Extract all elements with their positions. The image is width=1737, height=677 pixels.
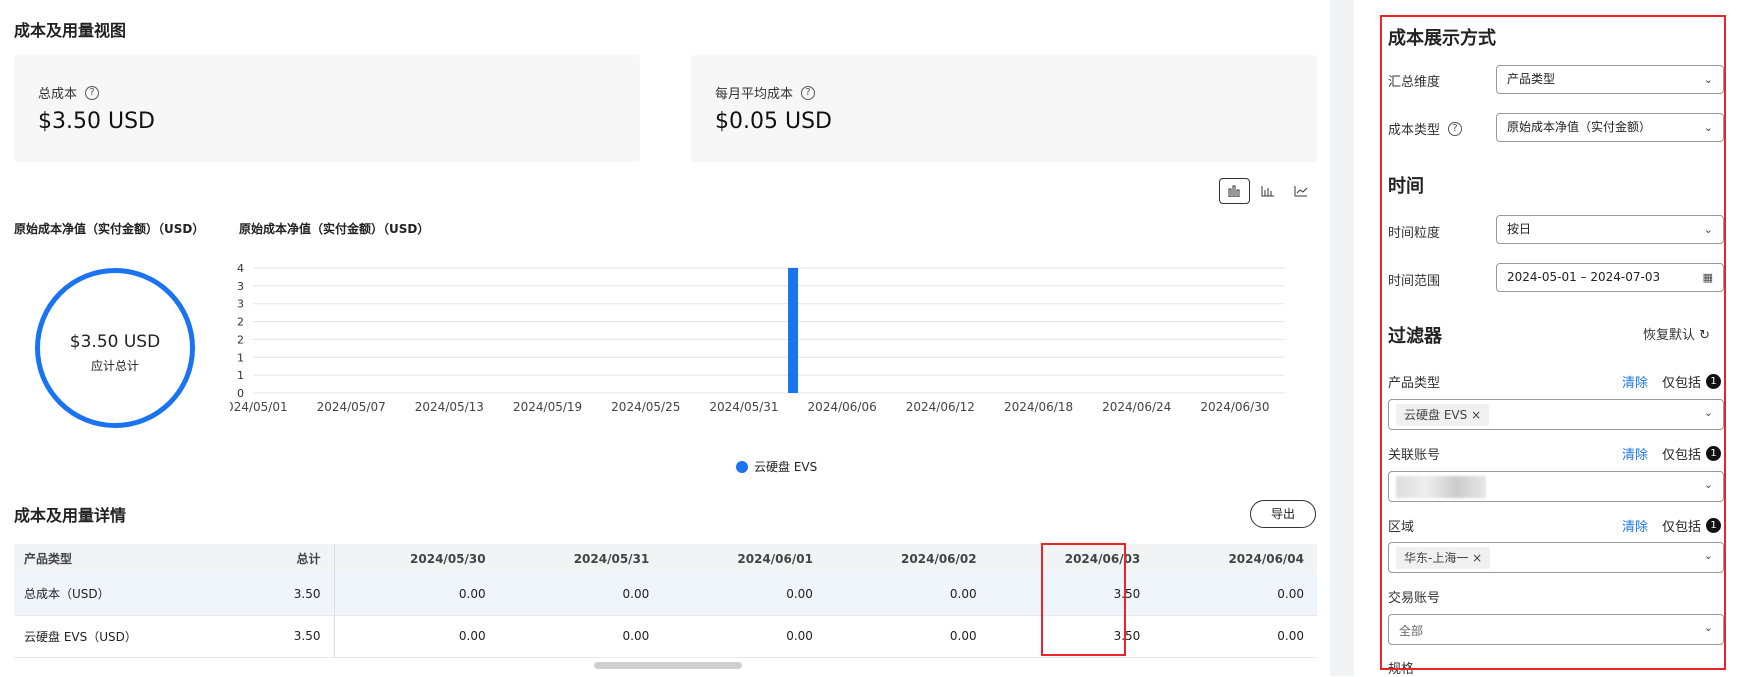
y-tick-label: 3 [237, 280, 244, 293]
panel-gap [1330, 0, 1354, 676]
highlight-box-panel [1380, 15, 1726, 670]
table-cell: 0.00 [498, 615, 663, 658]
col-header[interactable]: 2024/05/31 [498, 544, 663, 573]
x-tick-label: 2024/06/24 [1102, 400, 1171, 414]
details-title: 成本及用量详情 [14, 506, 127, 525]
avg-cost-value: $0.05 USD [715, 109, 832, 134]
donut-title: 原始成本净值（实付金额）（USD） [14, 222, 205, 236]
avg-cost-card: 每月平均成本? $0.05 USD [691, 55, 1317, 162]
table-cell: 0.00 [825, 615, 990, 658]
cost-bar-chart: 0 1 1 2 2 3 3 4 2024/05/01 2024/05/07 2024/05/13 20… [230, 262, 1284, 414]
x-tick-label: 2024/05/13 [415, 400, 484, 414]
table-cell: 0.00 [662, 615, 826, 658]
table-cell: 3.50 [154, 573, 335, 616]
page-title: 成本及用量视图 [14, 21, 127, 40]
col-header[interactable]: 2024/06/02 [825, 544, 990, 573]
x-tick-label: 2024/06/18 [1004, 400, 1073, 414]
horizontal-scrollbar[interactable] [594, 662, 742, 669]
x-tick-label: 2024/05/07 [317, 400, 386, 414]
col-header[interactable]: 产品类型 [14, 544, 154, 573]
x-tick-label: 2024/06/12 [906, 400, 975, 414]
total-cost-card: 总成本? $3.50 USD [14, 55, 640, 162]
table-cell: 总成本（USD） [14, 573, 154, 616]
y-tick-label: 4 [237, 262, 244, 275]
y-tick-label: 2 [237, 333, 244, 346]
donut-chart: $3.50 USD 应计总计 [35, 268, 195, 428]
chart-legend[interactable]: 云硬盘 EVS [736, 458, 817, 475]
help-icon[interactable]: ? [801, 85, 816, 100]
col-header[interactable]: 总计 [154, 544, 335, 573]
avg-cost-label: 每月平均成本 [715, 87, 794, 102]
table-cell: 0.00 [334, 573, 499, 616]
help-icon[interactable]: ? [85, 85, 100, 100]
x-tick-label: 2024/05/01 [230, 400, 288, 414]
total-cost-value: $3.50 USD [38, 109, 155, 134]
y-tick-label: 0 [237, 387, 244, 400]
bar[interactable] [788, 268, 799, 393]
table-cell: 0.00 [825, 573, 990, 616]
bar-chart-title: 原始成本净值（实付金额）（USD） [239, 222, 430, 236]
y-tick-label: 3 [237, 298, 244, 311]
total-cost-label: 总成本 [38, 87, 78, 102]
chart-type-toggle [1219, 178, 1317, 204]
table-cell: 0.00 [662, 573, 826, 616]
legend-label: 云硬盘 EVS [754, 460, 818, 474]
table-cell: 3.50 [154, 615, 335, 658]
col-header[interactable]: 2024/05/30 [334, 544, 499, 573]
table-cell: 0.00 [1153, 615, 1317, 658]
line-chart-icon[interactable] [1286, 178, 1317, 204]
table-cell: 0.00 [334, 615, 499, 658]
col-header[interactable]: 2024/06/04 [1153, 544, 1317, 573]
table-cell: 0.00 [1153, 573, 1317, 616]
y-tick-label: 1 [237, 351, 244, 364]
donut-sub: 应计总计 [90, 359, 139, 373]
x-tick-label: 2024/05/25 [611, 400, 680, 414]
x-tick-label: 2024/06/30 [1200, 400, 1269, 414]
x-tick-label: 2024/05/19 [513, 400, 582, 414]
x-tick-label: 2024/05/31 [709, 400, 778, 414]
y-tick-label: 1 [237, 369, 244, 382]
y-tick-label: 2 [237, 316, 244, 329]
table-cell: 0.00 [498, 573, 663, 616]
x-tick-label: 2024/06/06 [808, 400, 877, 414]
export-button[interactable]: 导出 [1250, 500, 1316, 528]
col-header[interactable]: 2024/06/01 [662, 544, 826, 573]
donut-value: $3.50 USD [69, 332, 161, 352]
bar-grouped-icon[interactable] [1219, 178, 1251, 204]
table-cell: 云硬盘 EVS（USD） [14, 615, 154, 658]
legend-swatch [736, 460, 748, 473]
highlight-box-column [1041, 543, 1126, 656]
bar-stacked-icon[interactable] [1252, 178, 1283, 204]
